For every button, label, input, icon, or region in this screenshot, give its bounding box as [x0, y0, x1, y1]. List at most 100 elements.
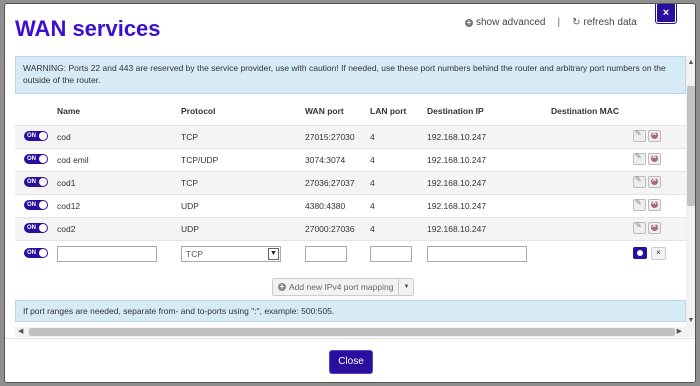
- cell-destination-mac: [551, 125, 633, 149]
- toggle-knob: [39, 248, 47, 257]
- save-new-mapping-button[interactable]: [633, 246, 647, 259]
- cell-destination-ip: 192.168.10.247: [427, 148, 551, 172]
- enable-toggle[interactable]: ON: [24, 177, 48, 187]
- cell-name: cod: [57, 125, 181, 149]
- cell-destination-ip: 192.168.10.247: [427, 194, 551, 218]
- col-wan-port: WAN port: [305, 106, 344, 116]
- toggle-label: ON: [27, 225, 36, 231]
- vertical-scrollbar[interactable]: ▲ ▼: [686, 56, 695, 327]
- vertical-scroll-thumb[interactable]: [687, 86, 695, 206]
- edit-icon[interactable]: [633, 152, 646, 165]
- edit-icon[interactable]: [633, 129, 646, 142]
- enable-toggle[interactable]: ON: [24, 154, 48, 164]
- cell-wan-port: 3074:3074: [305, 148, 370, 172]
- cell-destination-ip: 192.168.10.247: [427, 217, 551, 241]
- cell-name: cod2: [57, 217, 181, 241]
- port-mapping-table: Name Protocol WAN port LAN port Destinat…: [15, 105, 686, 266]
- close-button[interactable]: Close: [330, 351, 372, 373]
- cell-wan-port: 27036:27037: [305, 171, 370, 195]
- enable-toggle[interactable]: ON: [24, 131, 48, 141]
- dialog-footer: Close: [5, 338, 695, 382]
- cell-wan-port: 4380:4380: [305, 194, 370, 218]
- dialog-title: WAN services: [15, 16, 161, 41]
- new-protocol-select[interactable]: TCP ▼: [181, 245, 281, 262]
- col-actions: [633, 105, 686, 126]
- warning-banner: WARNING: Ports 22 and 443 are reserved b…: [15, 56, 686, 94]
- table-row: ON cod1 TCP 27036:27037 4 192.168.10.247: [15, 171, 686, 195]
- delete-icon[interactable]: [648, 129, 661, 142]
- plus-circle-icon: +: [278, 282, 286, 291]
- cell-lan-port: 4: [370, 171, 427, 195]
- toggle-knob: [39, 178, 47, 186]
- scroll-down-icon[interactable]: ▼: [687, 317, 695, 324]
- cell-destination-mac: [551, 148, 633, 172]
- refresh-data-label: refresh data: [583, 17, 637, 28]
- refresh-icon: ↻: [572, 17, 581, 28]
- edit-icon[interactable]: [633, 175, 646, 188]
- cell-lan-port: 4: [370, 194, 427, 218]
- add-ipv4-mapping-button[interactable]: + Add new IPv4 port mapping: [272, 278, 400, 296]
- table-row: ON cod12 UDP 4380:4380 4 192.168.10.247: [15, 194, 686, 218]
- new-destination-ip-input[interactable]: [427, 245, 527, 262]
- toggle-label: ON: [27, 179, 36, 185]
- cell-protocol: TCP/UDP: [181, 148, 305, 172]
- col-toggle: [15, 105, 57, 126]
- scroll-right-icon[interactable]: ▶: [677, 327, 682, 337]
- new-mapping-row: ON TCP ▼ ×: [15, 240, 686, 266]
- toggle-label: ON: [27, 202, 36, 208]
- enable-toggle[interactable]: ON: [24, 200, 48, 210]
- table-row: ON cod TCP 27015:27030 4 192.168.10.247: [15, 125, 686, 149]
- header-actions: + show advanced | ↻ refresh data: [465, 17, 637, 28]
- cell-destination-ip: 192.168.10.247: [427, 171, 551, 195]
- cell-destination-mac: [551, 171, 633, 195]
- toggle-knob: [39, 224, 47, 232]
- protocol-select-value: TCP: [186, 248, 203, 259]
- delete-icon[interactable]: [648, 175, 661, 188]
- col-name: Name: [57, 106, 81, 116]
- cell-wan-port: 27000:27036: [305, 217, 370, 241]
- col-destination-ip: Destination IP: [427, 106, 484, 116]
- add-mapping-dropdown-toggle[interactable]: ▼: [399, 278, 415, 296]
- edit-icon[interactable]: [633, 221, 646, 234]
- new-name-input[interactable]: [57, 245, 157, 262]
- edit-icon[interactable]: [633, 198, 646, 211]
- new-lan-port-input[interactable]: [370, 245, 412, 262]
- refresh-data-link[interactable]: ↻ refresh data: [572, 17, 637, 28]
- cancel-new-mapping-button[interactable]: ×: [651, 246, 666, 260]
- toggle-label: ON: [27, 249, 36, 256]
- new-wan-port-input[interactable]: [305, 245, 347, 262]
- col-protocol: Protocol: [181, 106, 216, 116]
- enable-toggle[interactable]: ON: [24, 223, 48, 233]
- horizontal-scroll-thumb[interactable]: [29, 328, 675, 336]
- horizontal-scrollbar[interactable]: ◀ ▶: [15, 327, 695, 337]
- dialog-close-x-button[interactable]: ×: [656, 4, 676, 23]
- scroll-left-icon[interactable]: ◀: [18, 327, 23, 337]
- cell-destination-mac: [551, 194, 633, 218]
- show-advanced-label: show advanced: [476, 17, 546, 28]
- toggle-knob: [39, 201, 47, 209]
- new-enable-toggle[interactable]: ON: [24, 247, 48, 258]
- cell-destination-mac: [551, 217, 633, 241]
- toggle-knob: [39, 132, 47, 140]
- cell-lan-port: 4: [370, 125, 427, 149]
- cell-name: cod1: [57, 171, 181, 195]
- cell-name: cod12: [57, 194, 181, 218]
- scroll-up-icon[interactable]: ▲: [687, 59, 695, 66]
- delete-icon[interactable]: [648, 198, 661, 211]
- cell-protocol: TCP: [181, 125, 305, 149]
- plus-circle-icon: +: [465, 17, 473, 27]
- cell-protocol: UDP: [181, 194, 305, 218]
- cell-protocol: TCP: [181, 171, 305, 195]
- table-row: ON cod emil TCP/UDP 3074:3074 4 192.168.…: [15, 148, 686, 172]
- chevron-down-icon: ▼: [268, 247, 279, 260]
- delete-icon[interactable]: [648, 221, 661, 234]
- delete-icon[interactable]: [648, 152, 661, 165]
- info-banner: If port ranges are needed, separate from…: [15, 300, 686, 322]
- cell-lan-port: 4: [370, 217, 427, 241]
- wan-services-dialog: WAN services + show advanced | ↻ refresh…: [4, 3, 696, 383]
- col-destination-mac: Destination MAC: [551, 106, 619, 116]
- show-advanced-link[interactable]: + show advanced: [465, 17, 546, 28]
- toggle-label: ON: [27, 133, 36, 139]
- add-mapping-button-group: + Add new IPv4 port mapping ▼: [272, 278, 415, 296]
- table-header-row: Name Protocol WAN port LAN port Destinat…: [15, 105, 686, 126]
